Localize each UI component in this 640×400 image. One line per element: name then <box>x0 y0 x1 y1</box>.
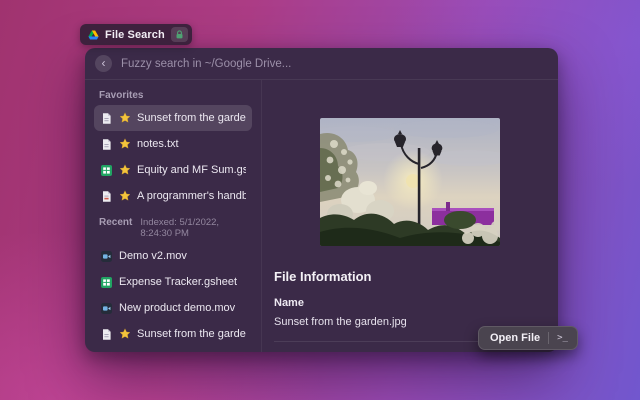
desktop: File Search ‹ Fuzzy search in ~/Google D… <box>0 0 640 400</box>
file-name-label: notes.txt <box>137 138 179 150</box>
file-name-label: New product demo.mov <box>119 302 235 314</box>
pdf-file-icon <box>100 190 113 203</box>
file-list-item[interactable]: Demo v2.mov <box>94 243 252 269</box>
star-icon <box>119 112 131 124</box>
file-list-item[interactable]: New product demo.mov <box>94 295 252 321</box>
file-list-item[interactable]: notes.txt <box>94 131 252 157</box>
lock-icon <box>174 29 185 40</box>
app-title: File Search <box>105 29 165 41</box>
file-list-item[interactable]: A programmer's handbook.p... <box>94 183 252 209</box>
section-label: Favorites <box>99 90 143 101</box>
file-name-label: Equity and MF Sum.gsheet <box>137 164 246 176</box>
window-header: ‹ Fuzzy search in ~/Google Drive... <box>85 48 558 80</box>
divider <box>548 332 549 344</box>
video-file-icon <box>100 302 113 315</box>
file-detail-panel: File Information Name Sunset from the ga… <box>262 80 558 352</box>
file-preview-image <box>320 118 500 246</box>
star-icon <box>119 164 131 176</box>
file-search-window: ‹ Fuzzy search in ~/Google Drive... Favo… <box>85 48 558 352</box>
sheet-file-icon <box>100 164 113 177</box>
favorites-section: Favorites Sunset from the garden.jpg not… <box>94 88 252 209</box>
file-list-item[interactable]: Sunset from the garden.jpg <box>94 321 252 347</box>
recent-section: Recent Indexed: 5/1/2022, 8:24:30 PM Dem… <box>94 215 252 352</box>
doc-file-icon <box>100 138 113 151</box>
open-file-label: Open File <box>490 332 540 344</box>
doc-file-icon <box>100 112 113 125</box>
file-list-item[interactable]: Sunset from the garden.jpg <box>94 105 252 131</box>
open-file-button[interactable]: Open File >_ <box>478 326 578 350</box>
google-drive-icon <box>88 30 99 40</box>
index-timestamp: Indexed: 5/1/2022, 8:24:30 PM <box>140 217 247 239</box>
file-list-item[interactable]: avatar.png <box>94 347 252 352</box>
search-input[interactable]: Fuzzy search in ~/Google Drive... <box>121 58 291 70</box>
file-list-sidebar: Favorites Sunset from the garden.jpg not… <box>85 80 262 352</box>
star-icon <box>119 328 131 340</box>
terminal-icon: >_ <box>557 333 568 343</box>
file-name-label: Sunset from the garden.jpg <box>137 328 246 340</box>
back-button[interactable]: ‹ <box>95 55 112 72</box>
name-label: Name <box>274 297 546 309</box>
file-information-heading: File Information <box>274 269 546 284</box>
doc-file-icon <box>100 328 113 341</box>
file-name-label: Expense Tracker.gsheet <box>119 276 237 288</box>
star-icon <box>119 190 131 202</box>
file-list-item[interactable]: Equity and MF Sum.gsheet <box>94 157 252 183</box>
file-list-item[interactable]: Expense Tracker.gsheet <box>94 269 252 295</box>
file-name-label: Demo v2.mov <box>119 250 187 262</box>
section-label: Recent <box>99 217 132 228</box>
video-file-icon <box>100 250 113 263</box>
lock-button[interactable] <box>171 27 188 42</box>
sheet-file-icon <box>100 276 113 289</box>
star-icon <box>119 138 131 150</box>
file-name-label: Sunset from the garden.jpg <box>137 112 246 124</box>
app-launcher-badge[interactable]: File Search <box>80 24 192 45</box>
file-name-label: A programmer's handbook.p... <box>137 190 246 202</box>
